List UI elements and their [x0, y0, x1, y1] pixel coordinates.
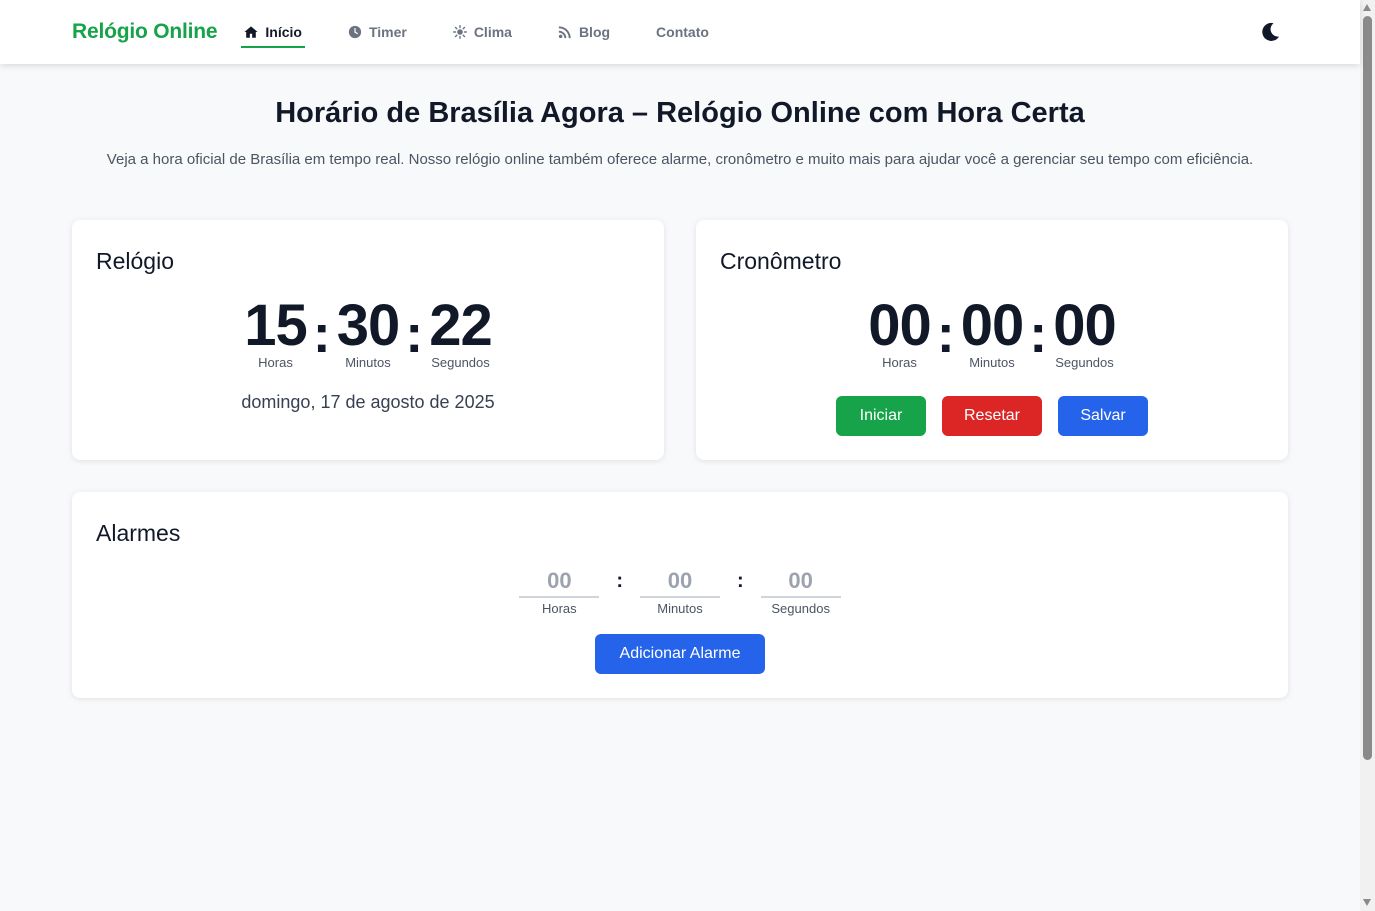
save-button[interactable]: Salvar: [1058, 396, 1148, 436]
time-separator: :: [405, 304, 424, 364]
scrollbar-thumb[interactable]: [1363, 16, 1372, 760]
clock-card-title: Relógio: [96, 248, 174, 274]
clock-date: domingo, 17 de agosto de 2025: [241, 392, 495, 412]
stopwatch-hours: 00 Horas: [868, 293, 932, 370]
stopwatch-seconds: 00 Segundos: [1053, 293, 1117, 370]
clock-minutes-label: Minutos: [345, 355, 391, 370]
clock-minutes-value: 30: [336, 293, 401, 358]
nav-link-label: Timer: [368, 24, 407, 40]
stopwatch-card: Cronômetro 00 Horas : 00 Minutos : 00 Se…: [696, 220, 1288, 460]
theme-toggle-button[interactable]: [1258, 20, 1282, 44]
nav-link-label: Início: [265, 24, 302, 40]
scrollbar[interactable]: [1360, 0, 1375, 911]
stopwatch-seconds-label: Segundos: [1055, 355, 1114, 370]
navbar: Relógio Online Início Timer Clima Blog C…: [0, 0, 1360, 64]
alarm-minutes-input[interactable]: [640, 566, 720, 598]
stopwatch-controls: Iniciar Resetar Salvar: [696, 396, 1288, 436]
clock-seconds: 22 Segundos: [429, 293, 493, 370]
nav-link-inicio[interactable]: Início: [241, 19, 305, 48]
clock-hours: 15 Horas: [244, 293, 308, 370]
alarm-minutes: Minutos: [640, 566, 720, 616]
alarms-card-title: Alarmes: [96, 520, 181, 546]
clock-icon: [348, 25, 362, 39]
clock-hours-label: Horas: [258, 355, 293, 370]
scroll-up-arrow-icon[interactable]: [1363, 4, 1371, 11]
home-icon: [244, 26, 258, 38]
sun-icon: [452, 25, 467, 39]
clock-hours-value: 15: [244, 293, 308, 358]
page-title: Horário de Brasília Agora – Relógio Onli…: [275, 97, 1085, 129]
nav-link-label: Contato: [656, 24, 709, 40]
stopwatch-hours-label: Horas: [882, 355, 917, 370]
alarm-hours-label: Horas: [541, 601, 577, 616]
clock-minutes: 30 Minutos: [336, 293, 401, 370]
nav-link-contato[interactable]: Contato: [653, 19, 712, 45]
reset-button[interactable]: Resetar: [942, 396, 1042, 436]
nav-link-clima[interactable]: Clima: [450, 19, 515, 45]
moon-icon: [1262, 22, 1279, 41]
clock-card: Relógio 15 Horas : 30 Minutos : 22 Segun…: [72, 220, 664, 460]
alarm-seconds-label: Segundos: [771, 601, 830, 616]
alarms-card: Alarmes Horas : Minutos : Segundos Adici…: [72, 492, 1288, 698]
stopwatch-minutes: 00 Minutos: [960, 293, 1025, 370]
scroll-down-arrow-icon[interactable]: [1363, 899, 1371, 906]
stopwatch-seconds-value: 00: [1053, 293, 1117, 358]
stopwatch-hours-value: 00: [868, 293, 932, 358]
clock-display: 15 Horas : 30 Minutos : 22 Segundos: [72, 296, 664, 370]
clock-seconds-value: 22: [429, 293, 493, 358]
alarm-seconds-input[interactable]: [760, 566, 841, 598]
start-button[interactable]: Iniciar: [836, 396, 926, 436]
nav-link-label: Blog: [578, 24, 611, 40]
rss-icon: [558, 26, 571, 39]
alarm-hours: Horas: [519, 566, 600, 616]
nav-link-timer[interactable]: Timer: [345, 19, 410, 45]
add-alarm-button[interactable]: Adicionar Alarme: [595, 634, 765, 674]
nav-link-label: Clima: [473, 24, 512, 40]
time-separator: :: [312, 304, 331, 364]
stopwatch-card-title: Cronômetro: [720, 248, 842, 274]
time-separator: :: [1029, 304, 1048, 364]
clock-seconds-label: Segundos: [431, 355, 490, 370]
nav-link-blog[interactable]: Blog: [555, 19, 613, 45]
alarm-minutes-label: Minutos: [657, 601, 703, 616]
brand-logo[interactable]: Relógio Online: [72, 20, 218, 44]
time-separator: :: [936, 304, 955, 364]
time-separator: :: [737, 570, 744, 592]
stopwatch-minutes-value: 00: [960, 293, 1025, 358]
alarm-time-inputs: Horas : Minutos : Segundos: [72, 566, 1288, 616]
time-separator: :: [616, 570, 623, 592]
stopwatch-display: 00 Horas : 00 Minutos : 00 Segundos: [696, 296, 1288, 370]
alarm-hours-input[interactable]: [519, 566, 600, 598]
alarm-seconds: Segundos: [760, 566, 841, 616]
page-subtitle: Veja a hora oficial de Brasília em tempo…: [106, 151, 1254, 168]
stopwatch-minutes-label: Minutos: [969, 355, 1015, 370]
